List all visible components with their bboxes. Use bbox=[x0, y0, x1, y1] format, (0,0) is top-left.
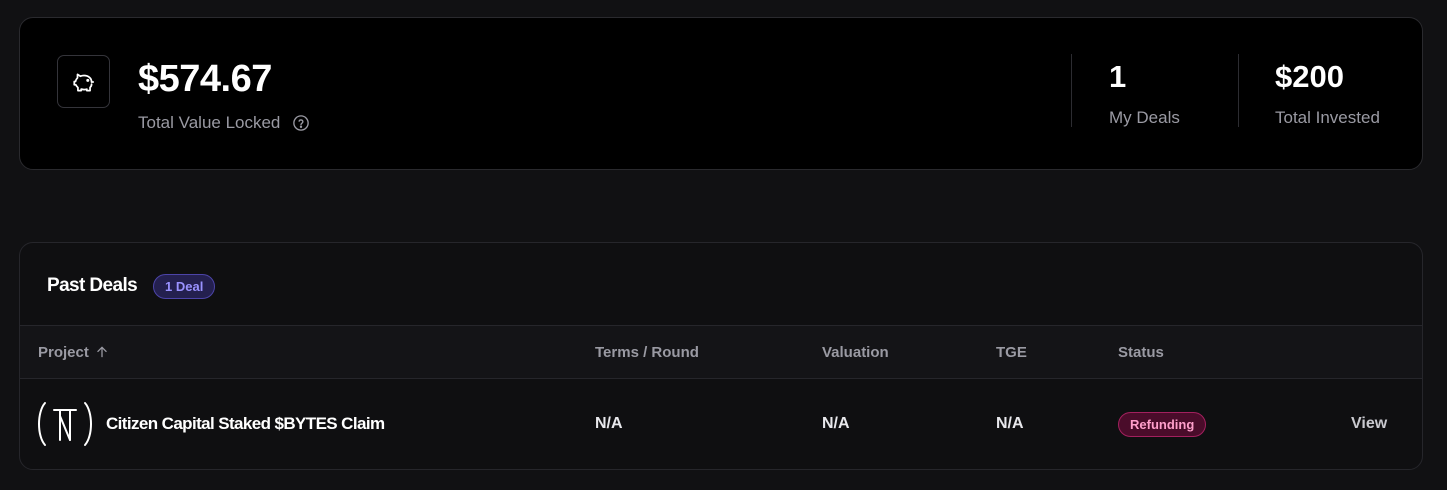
past-deals-card: Past Deals 1 Deal Project Terms / Round … bbox=[19, 242, 1423, 470]
column-header-valuation[interactable]: Valuation bbox=[822, 326, 889, 378]
project-name[interactable]: Citizen Capital Staked $BYTES Claim bbox=[106, 413, 385, 435]
status-badge: Refunding bbox=[1118, 412, 1207, 437]
my-deals-label: My Deals bbox=[1109, 108, 1180, 127]
piggy-bank-icon bbox=[57, 55, 110, 108]
table-header: Project Terms / Round Valuation TGE Stat… bbox=[20, 325, 1422, 379]
cell-tge: N/A bbox=[996, 415, 1024, 432]
deal-count-badge: 1 Deal bbox=[153, 274, 216, 299]
past-deals-title: Past Deals bbox=[47, 275, 138, 296]
column-header-terms[interactable]: Terms / Round bbox=[595, 326, 699, 378]
arrow-up-icon bbox=[97, 346, 107, 358]
stats-card: $574.67 Total Value Locked 1 My Deals $2… bbox=[19, 17, 1423, 170]
stat-divider bbox=[1071, 54, 1072, 127]
column-header-project-label: Project bbox=[38, 343, 89, 361]
question-circle-icon[interactable] bbox=[292, 114, 310, 132]
total-value-locked-label-row: Total Value Locked bbox=[138, 113, 310, 133]
table-row[interactable]: Citizen Capital Staked $BYTES Claim N/A … bbox=[20, 379, 1422, 469]
column-header-tge[interactable]: TGE bbox=[996, 326, 1027, 378]
total-invested-label: Total Invested bbox=[1275, 108, 1380, 127]
view-link[interactable]: View bbox=[1351, 414, 1387, 434]
project-logo bbox=[38, 402, 92, 446]
total-invested-value: $200 bbox=[1275, 59, 1344, 94]
cell-valuation: N/A bbox=[822, 415, 850, 432]
stat-divider bbox=[1238, 54, 1239, 127]
column-header-project[interactable]: Project bbox=[38, 326, 109, 378]
column-header-status[interactable]: Status bbox=[1118, 326, 1164, 378]
total-value-locked-label: Total Value Locked bbox=[138, 113, 281, 132]
my-deals-value: 1 bbox=[1109, 59, 1127, 94]
total-value-locked-amount: $574.67 bbox=[138, 58, 272, 100]
cell-terms: N/A bbox=[595, 415, 623, 432]
